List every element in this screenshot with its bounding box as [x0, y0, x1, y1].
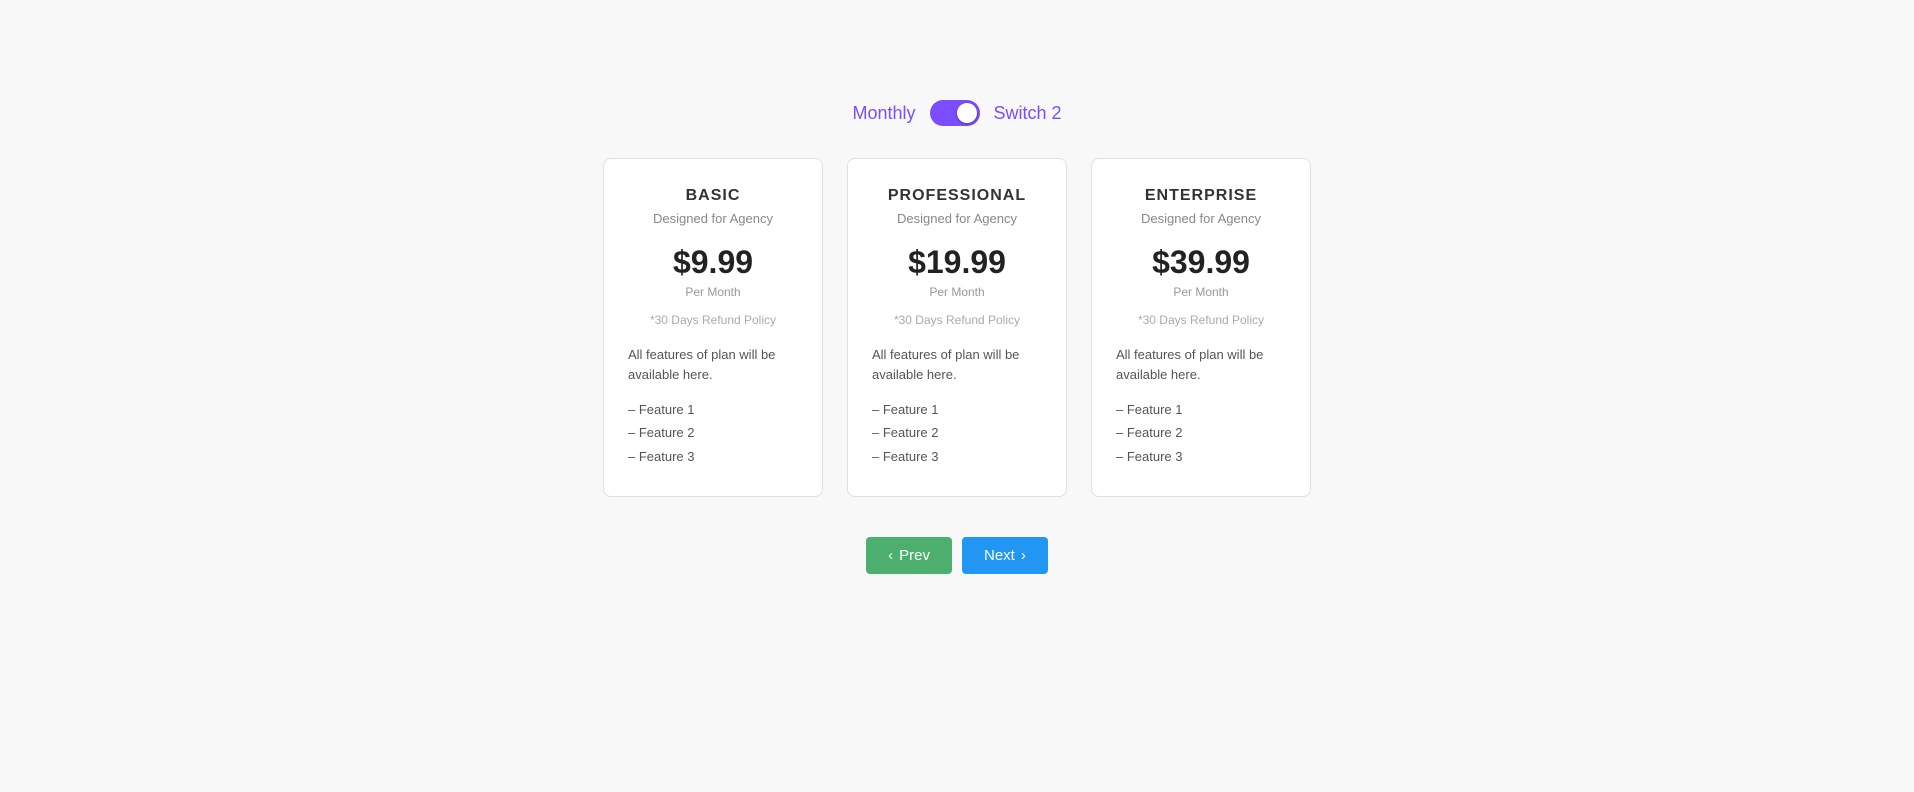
list-item: – Feature 1 [872, 398, 1042, 421]
plan-price-professional: $19.99 [872, 244, 1042, 281]
plan-features-desc-enterprise: All features of plan will be available h… [1116, 345, 1286, 384]
plan-card-enterprise: ENTERPRISE Designed for Agency $39.99 Pe… [1091, 158, 1311, 497]
list-item: – Feature 3 [872, 445, 1042, 468]
plan-card-basic: BASIC Designed for Agency $9.99 Per Mont… [603, 158, 823, 497]
toggle-row: Monthly Switch 2 [852, 100, 1061, 126]
list-item: – Feature 2 [628, 421, 798, 444]
next-label: Next [984, 547, 1015, 564]
next-button[interactable]: Next › [962, 537, 1048, 574]
plan-features-desc-professional: All features of plan will be available h… [872, 345, 1042, 384]
prev-icon: ‹ [888, 547, 893, 564]
list-item: – Feature 2 [872, 421, 1042, 444]
plan-price-basic: $9.99 [628, 244, 798, 281]
plan-subtitle-professional: Designed for Agency [872, 211, 1042, 226]
plan-period-professional: Per Month [872, 285, 1042, 299]
plan-subtitle-enterprise: Designed for Agency [1116, 211, 1286, 226]
cards-row: BASIC Designed for Agency $9.99 Per Mont… [603, 158, 1311, 497]
prev-label: Prev [899, 547, 930, 564]
list-item: – Feature 2 [1116, 421, 1286, 444]
plan-period-basic: Per Month [628, 285, 798, 299]
plan-card-professional: PROFESSIONAL Designed for Agency $19.99 … [847, 158, 1067, 497]
plan-title-professional: PROFESSIONAL [872, 187, 1042, 205]
plan-subtitle-basic: Designed for Agency [628, 211, 798, 226]
list-item: – Feature 1 [628, 398, 798, 421]
plan-features-list-basic: – Feature 1 – Feature 2 – Feature 3 [628, 398, 798, 468]
plan-price-enterprise: $39.99 [1116, 244, 1286, 281]
nav-buttons: ‹ Prev Next › [866, 537, 1048, 574]
plan-title-enterprise: ENTERPRISE [1116, 187, 1286, 205]
plan-title-basic: BASIC [628, 187, 798, 205]
plan-refund-professional: *30 Days Refund Policy [872, 313, 1042, 327]
monthly-label: Monthly [852, 103, 915, 124]
list-item: – Feature 1 [1116, 398, 1286, 421]
plan-features-list-enterprise: – Feature 1 – Feature 2 – Feature 3 [1116, 398, 1286, 468]
list-item: – Feature 3 [1116, 445, 1286, 468]
toggle-thumb [957, 103, 977, 123]
plan-period-enterprise: Per Month [1116, 285, 1286, 299]
prev-button[interactable]: ‹ Prev [866, 537, 952, 574]
plan-refund-basic: *30 Days Refund Policy [628, 313, 798, 327]
plan-refund-enterprise: *30 Days Refund Policy [1116, 313, 1286, 327]
next-icon: › [1021, 547, 1026, 564]
plan-features-list-professional: – Feature 1 – Feature 2 – Feature 3 [872, 398, 1042, 468]
switch2-label: Switch 2 [994, 103, 1062, 124]
toggle-switch[interactable] [930, 100, 980, 126]
plan-features-desc-basic: All features of plan will be available h… [628, 345, 798, 384]
main-container: Monthly Switch 2 BASIC Designed for Agen… [0, 100, 1914, 574]
toggle-track [930, 100, 980, 126]
list-item: – Feature 3 [628, 445, 798, 468]
